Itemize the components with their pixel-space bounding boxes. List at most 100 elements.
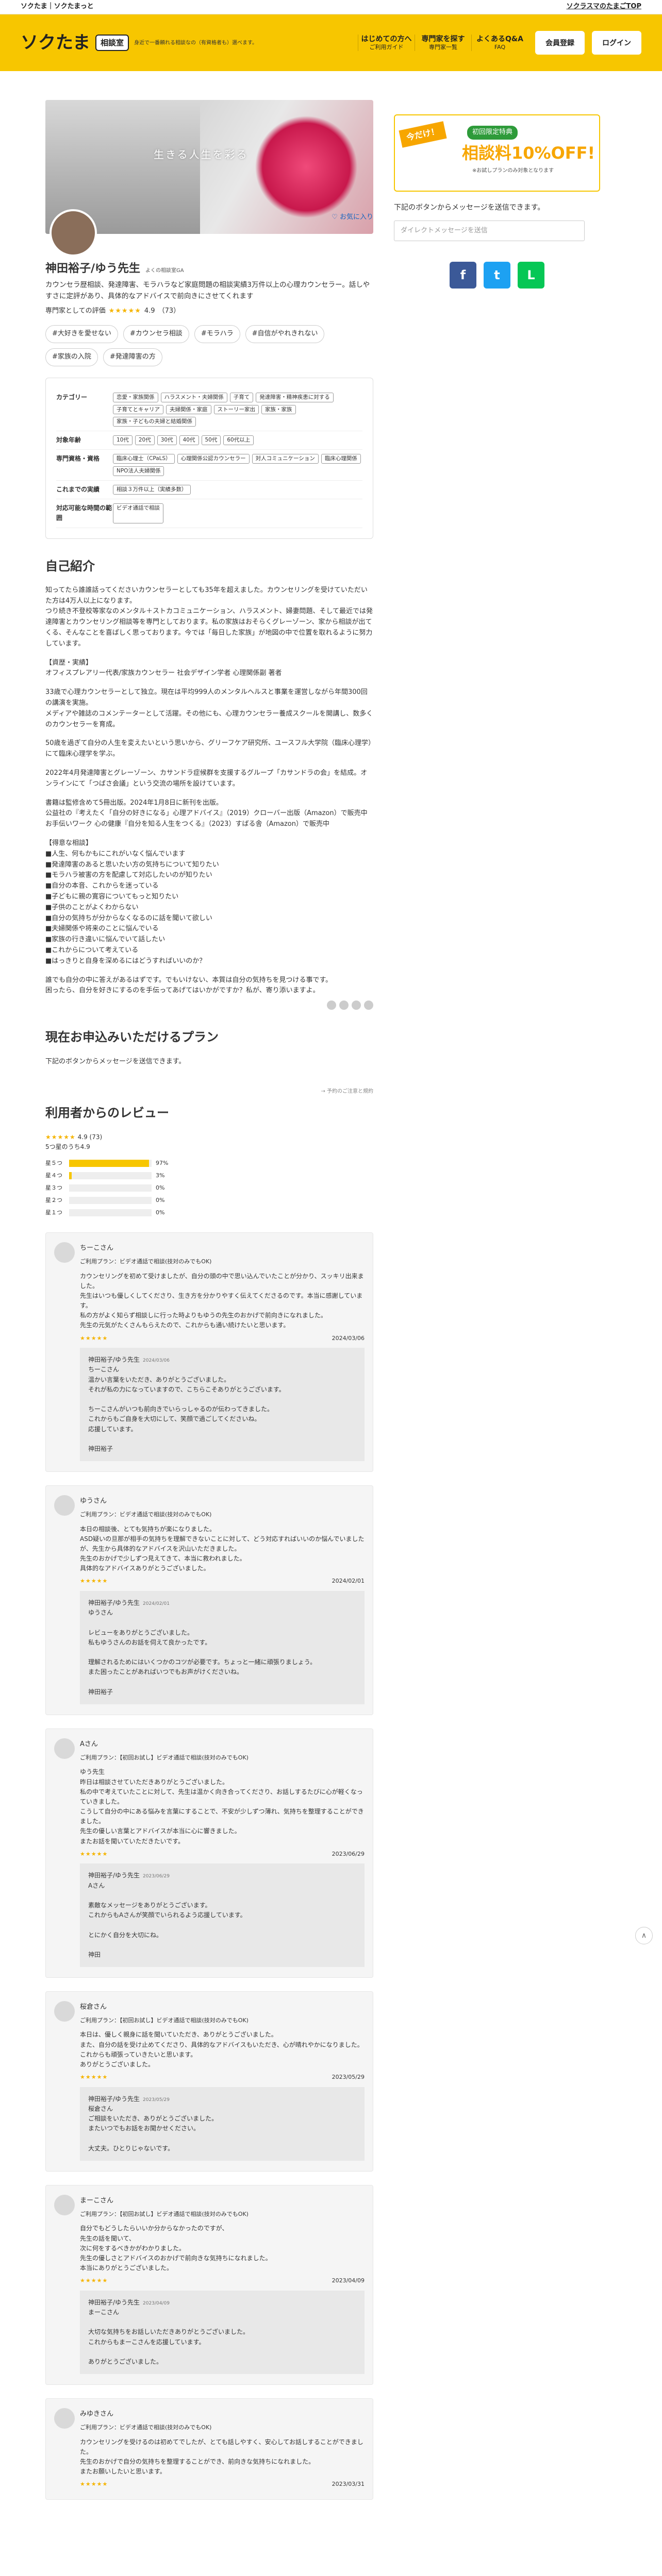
- info-chip[interactable]: 相談３万件以上（実績多数）: [113, 484, 191, 495]
- info-chip[interactable]: 恋愛・家族関係: [113, 392, 158, 402]
- counselor-reply: 神田裕子/ゆう先生 2024/02/01 ゆうさん レビューをありがとうございました…: [80, 1591, 365, 1704]
- tag[interactable]: #家族の入院: [45, 348, 98, 366]
- intro-paragraph: 書籍は監修含めて5冊出版。2024年1月8日に新刊を出版。 公益社の『考えたく「…: [45, 799, 368, 828]
- reviewer-avatar: [54, 2408, 75, 2429]
- reviewer-avatar: [54, 2001, 75, 2022]
- share-icon: [327, 1001, 336, 1010]
- side-message: 下記のボタンからメッセージを送信できます。: [394, 204, 545, 212]
- info-chip[interactable]: 20代: [135, 435, 155, 446]
- counselor-reply: 神田裕子/ゆう先生 2023/05/29 桜倉さん ご相談をいただき、ありがとうござ…: [80, 2087, 365, 2161]
- intro-title: 自己紹介: [45, 558, 95, 573]
- rating-bars: 星５つ 97% 星４つ 3% 星３つ 0% 星２つ 0% 星１つ 0%: [45, 1157, 373, 1219]
- share-icon: [339, 1001, 349, 1010]
- nav-guide[interactable]: はじめての方へ ご利用ガイド: [358, 34, 415, 52]
- info-chip[interactable]: 臨床心理士（CPaLS）: [113, 454, 175, 464]
- review-body: 本日は、優しく親身に話を聞いていただき、ありがとうございました。 また、自分の話…: [80, 2031, 363, 2069]
- review-date: 2023/06/29: [332, 1850, 365, 1857]
- info-chip[interactable]: 子育てとキャリア: [113, 404, 163, 415]
- tag[interactable]: #カウンセラ相談: [123, 325, 189, 343]
- review-date: 2023/03/31: [332, 2481, 365, 2488]
- tag[interactable]: #モラハラ: [194, 325, 240, 343]
- review-card: ちーこさん ご利用プラン：ビデオ通話で相談(技対のみでもOK) カウンセリングを初め…: [45, 1232, 373, 1472]
- star-icon: ★★★★★: [80, 2074, 108, 2081]
- facebook-icon[interactable]: f: [450, 262, 476, 289]
- review-plan: ご利用プラン：ビデオ通話で相談(技対のみでもOK): [80, 1258, 212, 1265]
- reviews-title: 利用者からのレビュー: [45, 1106, 169, 1121]
- info-chip[interactable]: 30代: [157, 435, 177, 446]
- info-chip[interactable]: 心理関係公認カウンセラー: [177, 454, 250, 464]
- reviewer-name: みゆきさん: [80, 2410, 114, 2418]
- info-chip[interactable]: 対人コミュニケーション: [252, 454, 319, 464]
- review-card: みゆきさん ご利用プラン：ビデオ通話で相談(技対のみでもOK) カウンセリングを受け…: [45, 2398, 373, 2500]
- info-chip[interactable]: NPO法人夫婦関係: [113, 466, 164, 476]
- main-nav: はじめての方へ ご利用ガイド 専門家を探す 専門家一覧 よくあるQ&A FAQ 会員登…: [358, 30, 641, 55]
- review-plan: ご利用プラン：【初回お試し】ビデオ通話で相談(技対のみでもOK): [80, 1754, 249, 1761]
- info-chip[interactable]: 夫婦関係・家庭: [166, 404, 211, 415]
- reviewer-name: 桜倉さん: [80, 2003, 107, 2011]
- topbar-link[interactable]: ソクラスマのたまごTOP: [567, 2, 641, 12]
- intro-paragraph: 誰でも自分の中に答えがあるはずです。でもいけない、本質は自分の気持ちを見つける事…: [45, 976, 333, 995]
- info-box: カテゴリー 恋愛・家族関係 ハラスメント・夫婦関係 子育て 発達障害・精神疾患に対する子…: [45, 377, 373, 539]
- star-icon: ★★★★★: [80, 1334, 108, 1342]
- line-icon[interactable]: L: [518, 262, 544, 289]
- info-chip[interactable]: 子育て: [229, 392, 254, 402]
- back-to-top-button[interactable]: ∧: [635, 1927, 653, 1944]
- topbar-brand: ソクたま｜ソクたまっと: [21, 3, 94, 11]
- info-row: 対応可能な時間の範囲 ビデオ通話で相談: [56, 499, 362, 528]
- info-chip[interactable]: 家族・子どもの夫婦と結婚関係: [113, 417, 196, 427]
- direct-message-input[interactable]: ダイレクトメッセージを送信: [394, 221, 585, 242]
- intro-paragraph: 33歳で心理カウンセラーとして独立。現在は平均999人のメンタルヘルスと事業を運…: [45, 688, 373, 728]
- tag[interactable]: #発達障害の方: [103, 348, 162, 366]
- star-icon: ★★★★★: [108, 307, 141, 315]
- plan-terms-link[interactable]: → 予約のご注意と規約: [45, 1088, 373, 1096]
- intro-paragraph: 【資歴・実績】 オフィスプレアリー代表/家族カウンセラー 社会デザイン学者 心理…: [45, 658, 282, 677]
- intro-paragraph: 【得意な相談】 ■人生、何もかもにこれがいなく悩んでいます ■発達障害のあると思…: [45, 839, 219, 965]
- review-date: 2023/04/09: [332, 2277, 365, 2284]
- reviewer-name: Aさん: [80, 1740, 98, 1748]
- topbar: ソクたま｜ソクたまっと ソクラスマのたまごTOP: [0, 0, 662, 14]
- favorite-button[interactable]: ♡ お気に入り: [332, 212, 373, 223]
- counselor-reply: 神田裕子/ゆう先生 2023/06/29 Aさん 素敵なメッセージをありがとうござい…: [80, 1863, 365, 1968]
- intro-text: 知ってたら誰誰話ってくださいカウンセラーとしても35年を超えました。カウンセリン…: [45, 585, 373, 996]
- review-date: 2024/03/06: [332, 1334, 365, 1342]
- info-chip[interactable]: 40代: [179, 435, 199, 446]
- plan-subtitle: 下記のボタンからメッセージを送信できます。: [45, 1057, 186, 1065]
- info-chip[interactable]: 家族・家族: [261, 404, 296, 415]
- info-chip[interactable]: 臨床心理関係: [321, 454, 361, 464]
- info-chip[interactable]: 50代: [201, 435, 221, 446]
- plan-title: 現在お申込みいただけるプラン: [45, 1030, 219, 1045]
- info-chip[interactable]: ビデオ通話で相談: [113, 503, 163, 523]
- info-row: カテゴリー 恋愛・家族関係 ハラスメント・夫婦関係 子育て 発達障害・精神疾患に対する子…: [56, 388, 362, 432]
- counselor-reply: 神田裕子/ゆう先生 2023/04/09 まーこさん 大切な気持ちをお話しいただきあ…: [80, 2290, 365, 2375]
- info-chip[interactable]: ハラスメント・夫婦関係: [160, 392, 227, 402]
- logo[interactable]: ソクたま 相談室: [21, 29, 129, 57]
- review-summary-label: 5つ星のうち4.9: [45, 1143, 90, 1150]
- header: ソクたま 相談室 身近で一番頼れる相談なの（有資格者も）選べます。 はじめての方…: [0, 14, 662, 71]
- reviewer-name: ゆうさん: [80, 1497, 107, 1505]
- reviewer-avatar: [54, 2194, 75, 2215]
- register-button[interactable]: 会員登録: [535, 30, 585, 55]
- tag[interactable]: #自信がやれきれない: [245, 325, 325, 343]
- nav-faq[interactable]: よくあるQ&A FAQ: [471, 34, 528, 52]
- star-icon: ★★★★★: [80, 1578, 108, 1585]
- twitter-icon[interactable]: t: [484, 262, 510, 289]
- info-chip[interactable]: ストーリー家出: [213, 404, 259, 415]
- intro-paragraph: 知ってたら誰誰話ってくださいカウンセラーとしても35年を超えました。カウンセリン…: [45, 586, 373, 648]
- nav-experts[interactable]: 専門家を探す 専門家一覧: [415, 34, 471, 52]
- star-icon: ★★★★★: [80, 2481, 108, 2488]
- tag[interactable]: #大好きを愛せない: [45, 325, 118, 343]
- share-icons[interactable]: [45, 1001, 373, 1010]
- logo-box: 相談室: [95, 34, 129, 51]
- campaign-banner[interactable]: 今だけ！ 初回限定特典 相談料10%OFF! ※お試しプランのみ対象となります: [394, 114, 600, 192]
- info-chip[interactable]: 発達障害・精神疾患に対する: [256, 392, 334, 402]
- review-date: 2024/02/01: [332, 1578, 365, 1585]
- login-button[interactable]: ログイン: [592, 30, 641, 55]
- info-chip[interactable]: 10代: [113, 435, 133, 446]
- rating-bar-row: 星３つ 0%: [45, 1184, 165, 1192]
- review-plan: ご利用プラン：【初回お試し】ビデオ通話で相談(技対のみでもOK): [80, 2016, 249, 2024]
- rating-bar-row: 星５つ 97%: [45, 1160, 169, 1167]
- star-icon: ★★★★★: [45, 1133, 76, 1141]
- info-row: 対象年齢 10代 20代 30代 40代 50代 60代以上: [56, 431, 362, 450]
- info-chip[interactable]: 60代以上: [223, 435, 254, 446]
- info-row: これまでの実績 相談３万件以上（実績多数）: [56, 481, 362, 500]
